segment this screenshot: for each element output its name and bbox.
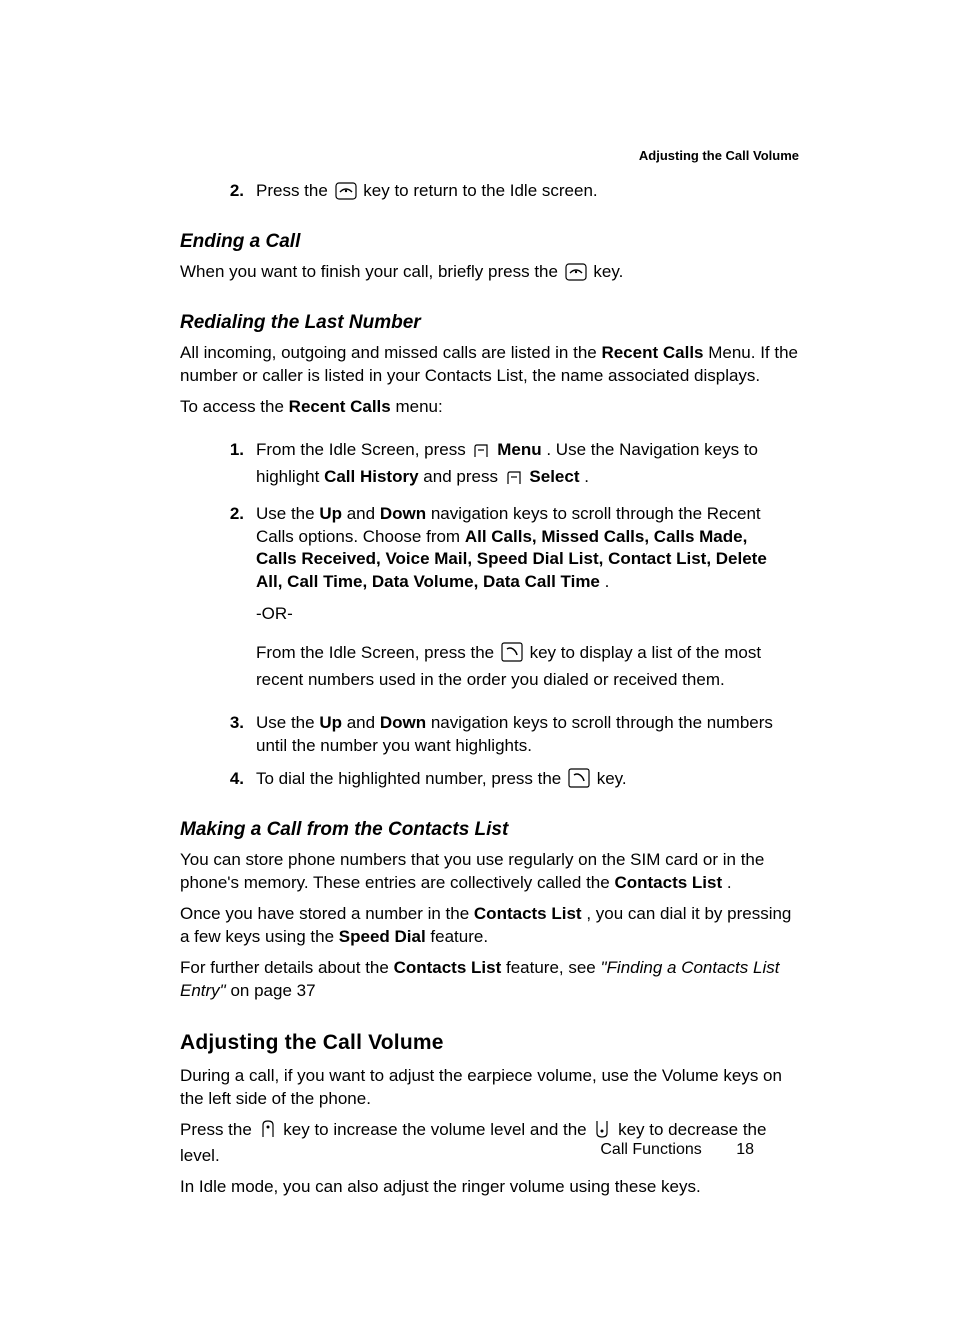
step-list-top: 2. Press the key to return to the Idle s… (220, 180, 804, 207)
volume-up-icon (259, 1119, 277, 1146)
step-number: 2. (220, 180, 244, 207)
end-call-icon (565, 263, 587, 288)
step-body: Use the Up and Down navigation keys to s… (256, 503, 776, 595)
or-separator: -OR- (256, 604, 804, 624)
step-list-redial: 1. From the Idle Screen, press Menu . Us… (220, 439, 804, 595)
paragraph: During a call, if you want to adjust the… (180, 1065, 804, 1111)
step-row: 2. Use the Up and Down navigation keys t… (220, 503, 804, 595)
paragraph: From the Idle Screen, press the key to d… (256, 642, 776, 692)
paragraph: In Idle mode, you can also adjust the ri… (180, 1176, 804, 1199)
step-list-redial-cont: 3. Use the Up and Down navigation keys t… (220, 712, 804, 795)
running-header: Adjusting the Call Volume (639, 148, 799, 163)
step-number: 3. (220, 712, 244, 758)
softkey-icon (472, 443, 490, 466)
page-footer: Call Functions 18 (600, 1141, 754, 1159)
step-number: 1. (220, 439, 244, 493)
step-body: Press the key to return to the Idle scre… (256, 180, 804, 207)
paragraph: Once you have stored a number in the Con… (180, 903, 804, 949)
paragraph: All incoming, outgoing and missed calls … (180, 342, 804, 388)
step-body: To dial the highlighted number, press th… (256, 768, 804, 795)
step-row: 3. Use the Up and Down navigation keys t… (220, 712, 804, 758)
step-number: 4. (220, 768, 244, 795)
paragraph: When you want to finish your call, brief… (180, 261, 804, 288)
step-body: Use the Up and Down navigation keys to s… (256, 712, 776, 758)
end-call-icon (335, 182, 357, 207)
manual-page: Adjusting the Call Volume 2. Press the k… (0, 0, 954, 1319)
softkey-icon (505, 470, 523, 493)
heading-redialing: Redialing the Last Number (180, 312, 804, 334)
heading-contacts: Making a Call from the Contacts List (180, 819, 804, 841)
paragraph: You can store phone numbers that you use… (180, 849, 804, 895)
heading-volume: Adjusting the Call Volume (180, 1031, 804, 1055)
heading-ending-a-call: Ending a Call (180, 231, 804, 253)
send-key-icon (501, 642, 523, 669)
step-row: 2. Press the key to return to the Idle s… (220, 180, 804, 207)
step-row: 4. To dial the highlighted number, press… (220, 768, 804, 795)
step-row: 1. From the Idle Screen, press Menu . Us… (220, 439, 804, 493)
step-body: From the Idle Screen, press Menu . Use t… (256, 439, 776, 493)
footer-section: Call Functions (600, 1141, 701, 1158)
send-key-icon (568, 768, 590, 795)
paragraph: To access the Recent Calls menu: (180, 396, 804, 419)
page-number: 18 (736, 1141, 754, 1159)
paragraph: For further details about the Contacts L… (180, 957, 804, 1003)
step-number: 2. (220, 503, 244, 595)
